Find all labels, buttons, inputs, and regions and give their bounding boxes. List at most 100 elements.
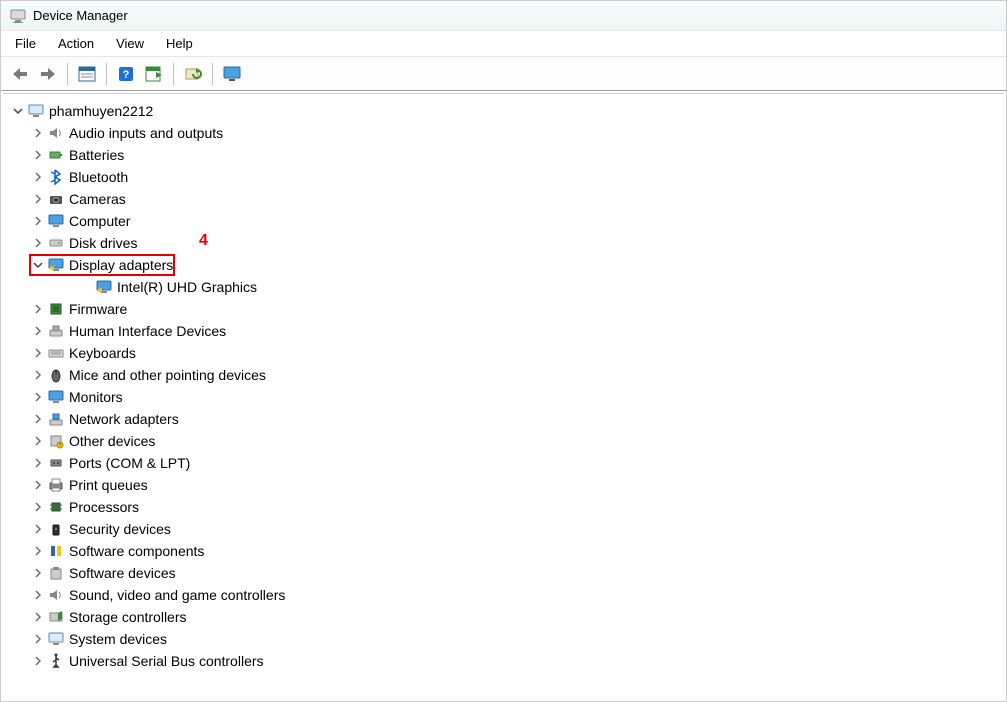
chevron-right-icon[interactable]	[31, 654, 45, 668]
chevron-right-icon[interactable]	[31, 434, 45, 448]
display-icon	[95, 278, 113, 296]
tree-category-label: Software components	[69, 540, 204, 562]
software-dev-icon	[47, 564, 65, 582]
tree-category-label: Other devices	[69, 430, 155, 452]
toolbar-help-button[interactable]: ?	[113, 61, 139, 87]
tree-category-row[interactable]: Storage controllers	[5, 606, 1002, 628]
menu-view[interactable]: View	[106, 33, 154, 54]
chevron-right-icon[interactable]	[31, 302, 45, 316]
chevron-right-icon[interactable]	[31, 478, 45, 492]
toolbar-monitor-button[interactable]	[219, 61, 245, 87]
chevron-right-icon[interactable]	[31, 170, 45, 184]
tree-category-row[interactable]: Batteries	[5, 144, 1002, 166]
tree-category-label: Cameras	[69, 188, 126, 210]
chevron-right-icon[interactable]	[31, 610, 45, 624]
tree-category-row[interactable]: Human Interface Devices	[5, 320, 1002, 342]
tree-category-row[interactable]: Processors	[5, 496, 1002, 518]
chevron-right-icon[interactable]	[31, 544, 45, 558]
chevron-right-icon[interactable]	[31, 192, 45, 206]
chevron-right-icon[interactable]	[31, 324, 45, 338]
tree-category-row[interactable]: Cameras	[5, 188, 1002, 210]
tree-category-row[interactable]: Keyboards	[5, 342, 1002, 364]
tree-category-label: Universal Serial Bus controllers	[69, 650, 264, 672]
menu-help[interactable]: Help	[156, 33, 203, 54]
tree-category-row[interactable]: System devices	[5, 628, 1002, 650]
tree-category-label: Keyboards	[69, 342, 136, 364]
svg-text:?: ?	[123, 69, 130, 81]
toolbar-forward-button[interactable]	[35, 61, 61, 87]
speaker-icon	[47, 124, 65, 142]
svg-text:?: ?	[59, 443, 62, 449]
toolbar-separator	[67, 63, 68, 85]
tree-category-row[interactable]: Software components	[5, 540, 1002, 562]
chevron-right-icon[interactable]	[31, 522, 45, 536]
tree-category-row[interactable]: Bluetooth	[5, 166, 1002, 188]
device-tree[interactable]: phamhuyen2212 Audio inputs and outputsBa…	[3, 93, 1004, 699]
system-icon	[47, 630, 65, 648]
chevron-right-icon[interactable]	[31, 390, 45, 404]
computer-icon	[47, 212, 65, 230]
tree-category-row[interactable]: Software devices	[5, 562, 1002, 584]
mouse-icon	[47, 366, 65, 384]
chevron-down-icon[interactable]	[31, 258, 45, 272]
menu-file[interactable]: File	[5, 33, 46, 54]
chevron-right-icon[interactable]	[31, 126, 45, 140]
tree-device-row[interactable]: Intel(R) UHD Graphics	[5, 276, 1002, 298]
tree-category-row[interactable]: ? Other devices	[5, 430, 1002, 452]
toolbar-back-button[interactable]	[7, 61, 33, 87]
chevron-right-icon[interactable]	[31, 346, 45, 360]
computer-root-icon	[27, 102, 45, 120]
chevron-right-icon[interactable]	[31, 456, 45, 470]
chevron-down-icon[interactable]	[11, 104, 25, 118]
toolbar-update-driver-button[interactable]	[180, 61, 206, 87]
tree-category-row[interactable]: Sound, video and game controllers	[5, 584, 1002, 606]
other-icon: ?	[47, 432, 65, 450]
tree-category-row[interactable]: Network adapters	[5, 408, 1002, 430]
tree-category-row[interactable]: Computer	[5, 210, 1002, 232]
tree-category-row[interactable]: Print queues	[5, 474, 1002, 496]
chevron-right-icon[interactable]	[31, 148, 45, 162]
tree-category-row[interactable]: Ports (COM & LPT)	[5, 452, 1002, 474]
chevron-right-icon[interactable]	[31, 214, 45, 228]
tree-category-label: Display adapters	[69, 254, 173, 276]
tree-category-row[interactable]: Disk drives	[5, 232, 1002, 254]
menubar: File Action View Help	[1, 31, 1006, 57]
tree-category-row[interactable]: Mice and other pointing devices	[5, 364, 1002, 386]
tree-category-row[interactable]: Security devices	[5, 518, 1002, 540]
tree-category-label: Print queues	[69, 474, 148, 496]
usb-icon	[47, 652, 65, 670]
chevron-right-icon[interactable]	[31, 632, 45, 646]
display-icon	[47, 256, 65, 274]
disk-icon	[47, 234, 65, 252]
update-driver-icon	[184, 66, 202, 82]
tree-category-label: Storage controllers	[69, 606, 187, 628]
tree-device-label: Intel(R) UHD Graphics	[117, 276, 257, 298]
chevron-right-icon[interactable]	[31, 412, 45, 426]
tree-category-row[interactable]: Firmware	[5, 298, 1002, 320]
toolbar-scan-button[interactable]	[141, 61, 167, 87]
tree-category-row[interactable]: Audio inputs and outputs	[5, 122, 1002, 144]
firmware-icon	[47, 300, 65, 318]
tree-category-label: Monitors	[69, 386, 123, 408]
monitor-icon	[223, 66, 241, 82]
chevron-right-icon[interactable]	[31, 368, 45, 382]
tree-category-label: Security devices	[69, 518, 171, 540]
tree-category-row[interactable]: Universal Serial Bus controllers	[5, 650, 1002, 672]
storage-icon	[47, 608, 65, 626]
sound-icon	[47, 586, 65, 604]
tree-category-label: Processors	[69, 496, 139, 518]
menu-action[interactable]: Action	[48, 33, 104, 54]
tree-category-row[interactable]: Display adapters	[5, 254, 1002, 276]
monitor-icon	[47, 388, 65, 406]
toolbar-separator	[106, 63, 107, 85]
chevron-right-icon[interactable]	[31, 588, 45, 602]
tree-root-row[interactable]: phamhuyen2212	[5, 100, 1002, 122]
tree-category-label: Computer	[69, 210, 130, 232]
tree-category-row[interactable]: Monitors	[5, 386, 1002, 408]
tree-category-label: Bluetooth	[69, 166, 128, 188]
chevron-right-icon[interactable]	[31, 500, 45, 514]
hid-icon	[47, 322, 65, 340]
chevron-right-icon[interactable]	[31, 566, 45, 580]
toolbar-show-hidden-button[interactable]	[74, 61, 100, 87]
chevron-right-icon[interactable]	[31, 236, 45, 250]
